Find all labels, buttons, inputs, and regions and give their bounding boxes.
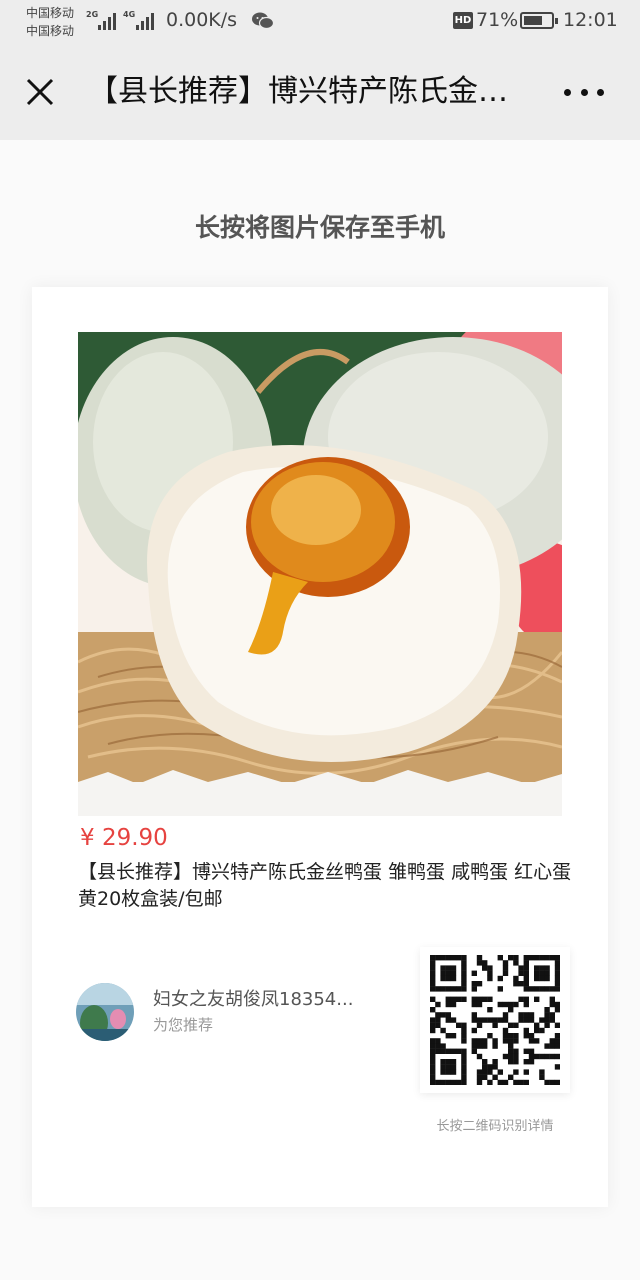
qr-hint: 长按二维码识别详情 xyxy=(436,1119,554,1134)
more-icon-dot xyxy=(597,88,604,96)
battery-percent: 71% xyxy=(476,9,519,31)
product-image[interactable] xyxy=(78,332,562,816)
salted-duck-egg-image xyxy=(78,332,562,816)
avatar-image xyxy=(76,983,134,1041)
qr-code xyxy=(430,955,560,1085)
save-hint: 长按将图片保存至手机 xyxy=(194,213,445,242)
network-type-2: 4G xyxy=(123,10,136,19)
carrier-1: 中国移动 xyxy=(26,6,75,20)
nav-title: 【县长推荐】博兴特产陈氏金丝鸭蛋 雏鸭蛋 咸鸭蛋 红心蛋黄20枚盒装/包邮 xyxy=(88,74,528,109)
more-button[interactable] xyxy=(560,78,608,106)
recommender-name: 妇女之友胡俊凤18354... xyxy=(153,989,354,1010)
qr-code-box[interactable] xyxy=(420,947,570,1093)
recommend-label: 为您推荐 xyxy=(153,1016,214,1034)
clock: 12:01 xyxy=(563,9,618,31)
poster-page: 长按将图片保存至手机 ¥ 29.90 【县长推荐】博兴特产陈氏金丝鸭蛋 雏鸭蛋 … xyxy=(0,140,640,1280)
wechat-icon xyxy=(252,12,274,30)
network-speed: 0.00K/s xyxy=(166,9,238,31)
network-type-1: 2G xyxy=(86,10,99,19)
carrier-2: 中国移动 xyxy=(26,24,75,38)
close-icon xyxy=(26,78,54,106)
close-button[interactable] xyxy=(20,72,60,112)
nav-bar: 【县长推荐】博兴特产陈氏金丝鸭蛋 雏鸭蛋 咸鸭蛋 红心蛋黄20枚盒装/包邮 xyxy=(0,44,640,140)
poster-card[interactable]: ¥ 29.90 【县长推荐】博兴特产陈氏金丝鸭蛋 雏鸭蛋 咸鸭蛋 红心蛋黄20枚… xyxy=(32,287,608,1207)
battery-fill xyxy=(524,16,542,25)
product-price: ¥ 29.90 xyxy=(80,825,168,851)
carrier-labels: 中国移动 中国移动 xyxy=(26,4,74,40)
signal-icon-1 xyxy=(98,10,116,30)
hd-badge: HD xyxy=(453,12,473,29)
more-icon-dot xyxy=(580,88,588,96)
avatar xyxy=(76,983,134,1041)
more-icon-dot xyxy=(564,88,571,96)
product-name: 【县长推荐】博兴特产陈氏金丝鸭蛋 雏鸭蛋 咸鸭蛋 红心蛋黄20枚盒装/包邮 xyxy=(78,861,572,910)
signal-icon-2 xyxy=(136,10,154,30)
status-bar: 中国移动 中国移动 2G 4G 0.00K/s HD 71% 12:01 xyxy=(0,0,640,44)
battery-icon xyxy=(520,12,558,29)
